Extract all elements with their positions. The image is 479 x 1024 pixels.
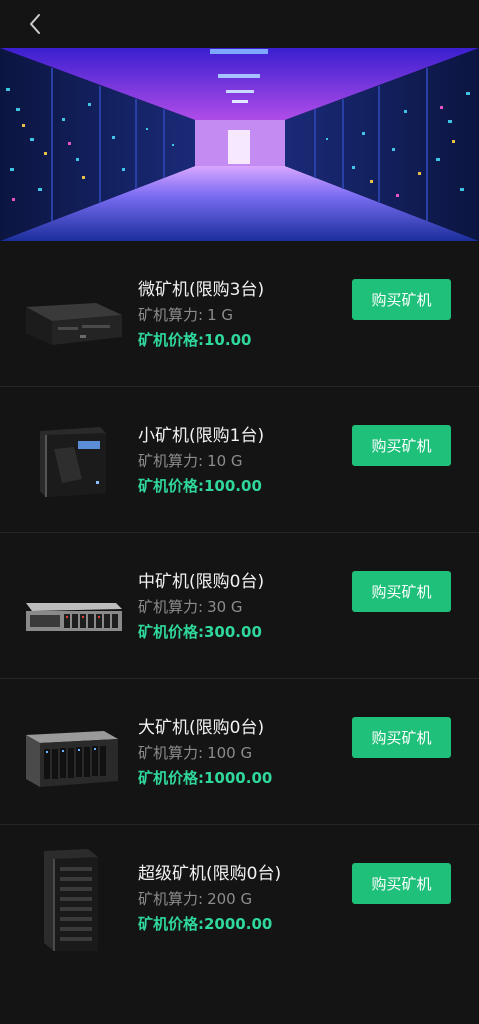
buy-miner-button[interactable]: 购买矿机: [352, 425, 451, 466]
miner-item-large: 大矿机(限购0台) 矿机算力: 100 G 矿机价格:1000.00 购买矿机: [0, 679, 479, 825]
miner-name: 大矿机(限购0台): [138, 718, 265, 738]
data-center-banner: [0, 48, 479, 241]
miner-item-super: 超级矿机(限购0台) 矿机算力: 200 G 矿机价格:2000.00 购买矿机: [0, 825, 479, 971]
data-center-image: [0, 48, 479, 241]
miner-price: 矿机价格:300.00: [138, 623, 262, 641]
miner-item-medium: 中矿机(限购0台) 矿机算力: 30 G 矿机价格:300.00 购买矿机: [0, 533, 479, 679]
buy-miner-button[interactable]: 购买矿机: [352, 279, 451, 320]
miner-power: 矿机算力: 100 G: [138, 744, 253, 762]
buy-miner-button[interactable]: 购买矿机: [352, 717, 451, 758]
large-miner-image: [26, 731, 118, 787]
buy-miner-button[interactable]: 购买矿机: [352, 571, 451, 612]
small-miner-image: [40, 427, 106, 497]
miner-name: 超级矿机(限购0台): [138, 864, 282, 884]
miner-price: 矿机价格:1000.00: [138, 769, 273, 787]
top-bar: [0, 0, 479, 48]
miner-list: 微矿机(限购3台) 矿机算力: 1 G 矿机价格:10.00 购买矿机 小矿机(限…: [0, 241, 479, 971]
buy-miner-button[interactable]: 购买矿机: [352, 863, 451, 904]
miner-item-small: 小矿机(限购1台) 矿机算力: 10 G 矿机价格:100.00 购买矿机: [0, 387, 479, 533]
miner-power: 矿机算力: 1 G: [138, 306, 233, 324]
miner-price: 矿机价格:2000.00: [138, 915, 273, 933]
medium-miner-image: [26, 603, 122, 631]
miner-power: 矿机算力: 30 G: [138, 598, 243, 616]
miner-name: 小矿机(限购1台): [138, 426, 265, 446]
miner-item-micro: 微矿机(限购3台) 矿机算力: 1 G 矿机价格:10.00 购买矿机: [0, 241, 479, 387]
micro-miner-image: [26, 303, 122, 345]
miner-name: 微矿机(限购3台): [138, 280, 265, 300]
back-button[interactable]: [22, 10, 50, 38]
miner-power: 矿机算力: 10 G: [138, 452, 243, 470]
miner-price: 矿机价格:10.00: [138, 331, 252, 349]
miner-price: 矿机价格:100.00: [138, 477, 262, 495]
chevron-left-icon: [30, 14, 40, 34]
super-miner-image: [44, 849, 98, 951]
miner-name: 中矿机(限购0台): [138, 572, 265, 592]
miner-power: 矿机算力: 200 G: [138, 890, 253, 908]
